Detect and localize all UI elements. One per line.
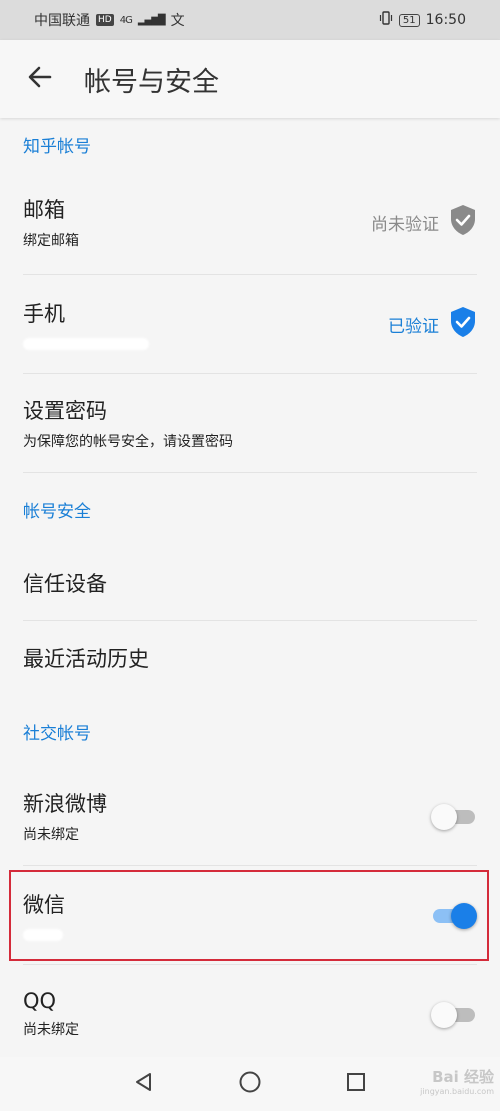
vibrate-icon xyxy=(379,11,393,29)
status-bar-right: 51 16:50 xyxy=(379,11,466,29)
page-title: 帐号与安全 xyxy=(84,66,219,98)
watermark-text: Bai 经验 xyxy=(432,1068,494,1086)
qq-subtitle: 尚未绑定 xyxy=(23,1022,79,1038)
email-row[interactable]: 邮箱 绑定邮箱 尚未验证 xyxy=(23,170,477,275)
password-subtitle: 为保障您的帐号安全，请设置密码 xyxy=(23,434,233,450)
weibo-toggle[interactable] xyxy=(431,802,477,830)
section-header-social-accounts: 社交帐号 xyxy=(23,723,91,744)
circle-home-icon xyxy=(238,1070,262,1098)
hd-badge: HD xyxy=(96,14,114,26)
password-text: 设置密码 为保障您的帐号安全，请设置密码 xyxy=(23,395,233,451)
nav-back-button[interactable] xyxy=(130,1070,158,1098)
settings-list: 知乎帐号 邮箱 绑定邮箱 尚未验证 手机 已验证 设置密码 为保障您的帐号安全，… xyxy=(0,118,500,1063)
carrier-label: 中国联通 xyxy=(34,13,90,29)
weibo-text: 新浪微博 尚未绑定 xyxy=(23,788,107,844)
wechat-row[interactable]: 微信 xyxy=(23,866,477,965)
trusted-devices-row[interactable]: 信任设备 xyxy=(23,545,477,621)
shield-check-icon xyxy=(449,306,477,342)
wechat-account-mask xyxy=(23,929,63,941)
wechat-title: 微信 xyxy=(23,893,65,917)
toggle-thumb xyxy=(431,1002,457,1028)
back-button[interactable] xyxy=(0,40,80,118)
phone-row[interactable]: 手机 已验证 xyxy=(23,275,477,374)
watermark-sub: jingyan.baidu.com xyxy=(420,1087,494,1096)
toggle-thumb xyxy=(451,903,477,929)
weibo-row[interactable]: 新浪微博 尚未绑定 xyxy=(23,767,477,866)
battery-indicator: 51 xyxy=(398,13,420,27)
weibo-subtitle: 尚未绑定 xyxy=(23,827,79,843)
phone-title: 手机 xyxy=(23,302,65,326)
phone-number-mask xyxy=(23,338,149,350)
password-title: 设置密码 xyxy=(23,399,107,423)
arrow-left-icon xyxy=(26,63,54,95)
trusted-devices-title: 信任设备 xyxy=(23,571,107,596)
activity-history-row[interactable]: 最近活动历史 xyxy=(23,621,477,695)
wechat-toggle[interactable] xyxy=(431,901,477,929)
baidu-watermark: Bai 经验 jingyan.baidu.com xyxy=(420,1066,494,1096)
square-recents-icon xyxy=(345,1071,367,1097)
status-bar: 中国联通 HD 4G ▂▄▆█ 文 51 16:50 xyxy=(0,0,500,40)
clock: 16:50 xyxy=(425,12,466,28)
email-text: 邮箱 绑定邮箱 xyxy=(23,194,79,250)
qq-row[interactable]: QQ 尚未绑定 xyxy=(23,965,477,1063)
phone-text: 手机 xyxy=(23,298,149,350)
activity-history-title: 最近活动历史 xyxy=(23,647,149,671)
app-bar: 帐号与安全 xyxy=(0,40,500,118)
qq-text: QQ 尚未绑定 xyxy=(23,989,79,1039)
email-subtitle: 绑定邮箱 xyxy=(23,233,79,249)
qq-title: QQ xyxy=(23,989,57,1013)
signal-icon: ▂▄▆█ xyxy=(137,14,166,26)
section-header-zhihu-account: 知乎帐号 xyxy=(23,136,91,157)
extra-status-icon: 文 xyxy=(170,13,185,29)
email-status: 尚未验证 xyxy=(371,204,477,240)
wechat-text: 微信 xyxy=(23,889,65,941)
nav-home-button[interactable] xyxy=(236,1070,264,1098)
qq-toggle[interactable] xyxy=(431,1000,477,1028)
nav-recents-button[interactable] xyxy=(342,1070,370,1098)
status-bar-left: 中国联通 HD 4G ▂▄▆█ 文 xyxy=(34,10,185,30)
phone-status-label: 已验证 xyxy=(388,316,439,337)
weibo-title: 新浪微博 xyxy=(23,792,107,816)
toggle-thumb xyxy=(431,804,457,830)
network-label: 4G xyxy=(119,14,133,26)
email-title: 邮箱 xyxy=(23,198,65,222)
triangle-back-icon xyxy=(133,1071,155,1097)
phone-status: 已验证 xyxy=(388,306,477,342)
email-status-label: 尚未验证 xyxy=(371,214,439,235)
shield-check-icon xyxy=(449,204,477,240)
section-header-account-security: 帐号安全 xyxy=(23,501,91,522)
password-row[interactable]: 设置密码 为保障您的帐号安全，请设置密码 xyxy=(23,374,477,473)
